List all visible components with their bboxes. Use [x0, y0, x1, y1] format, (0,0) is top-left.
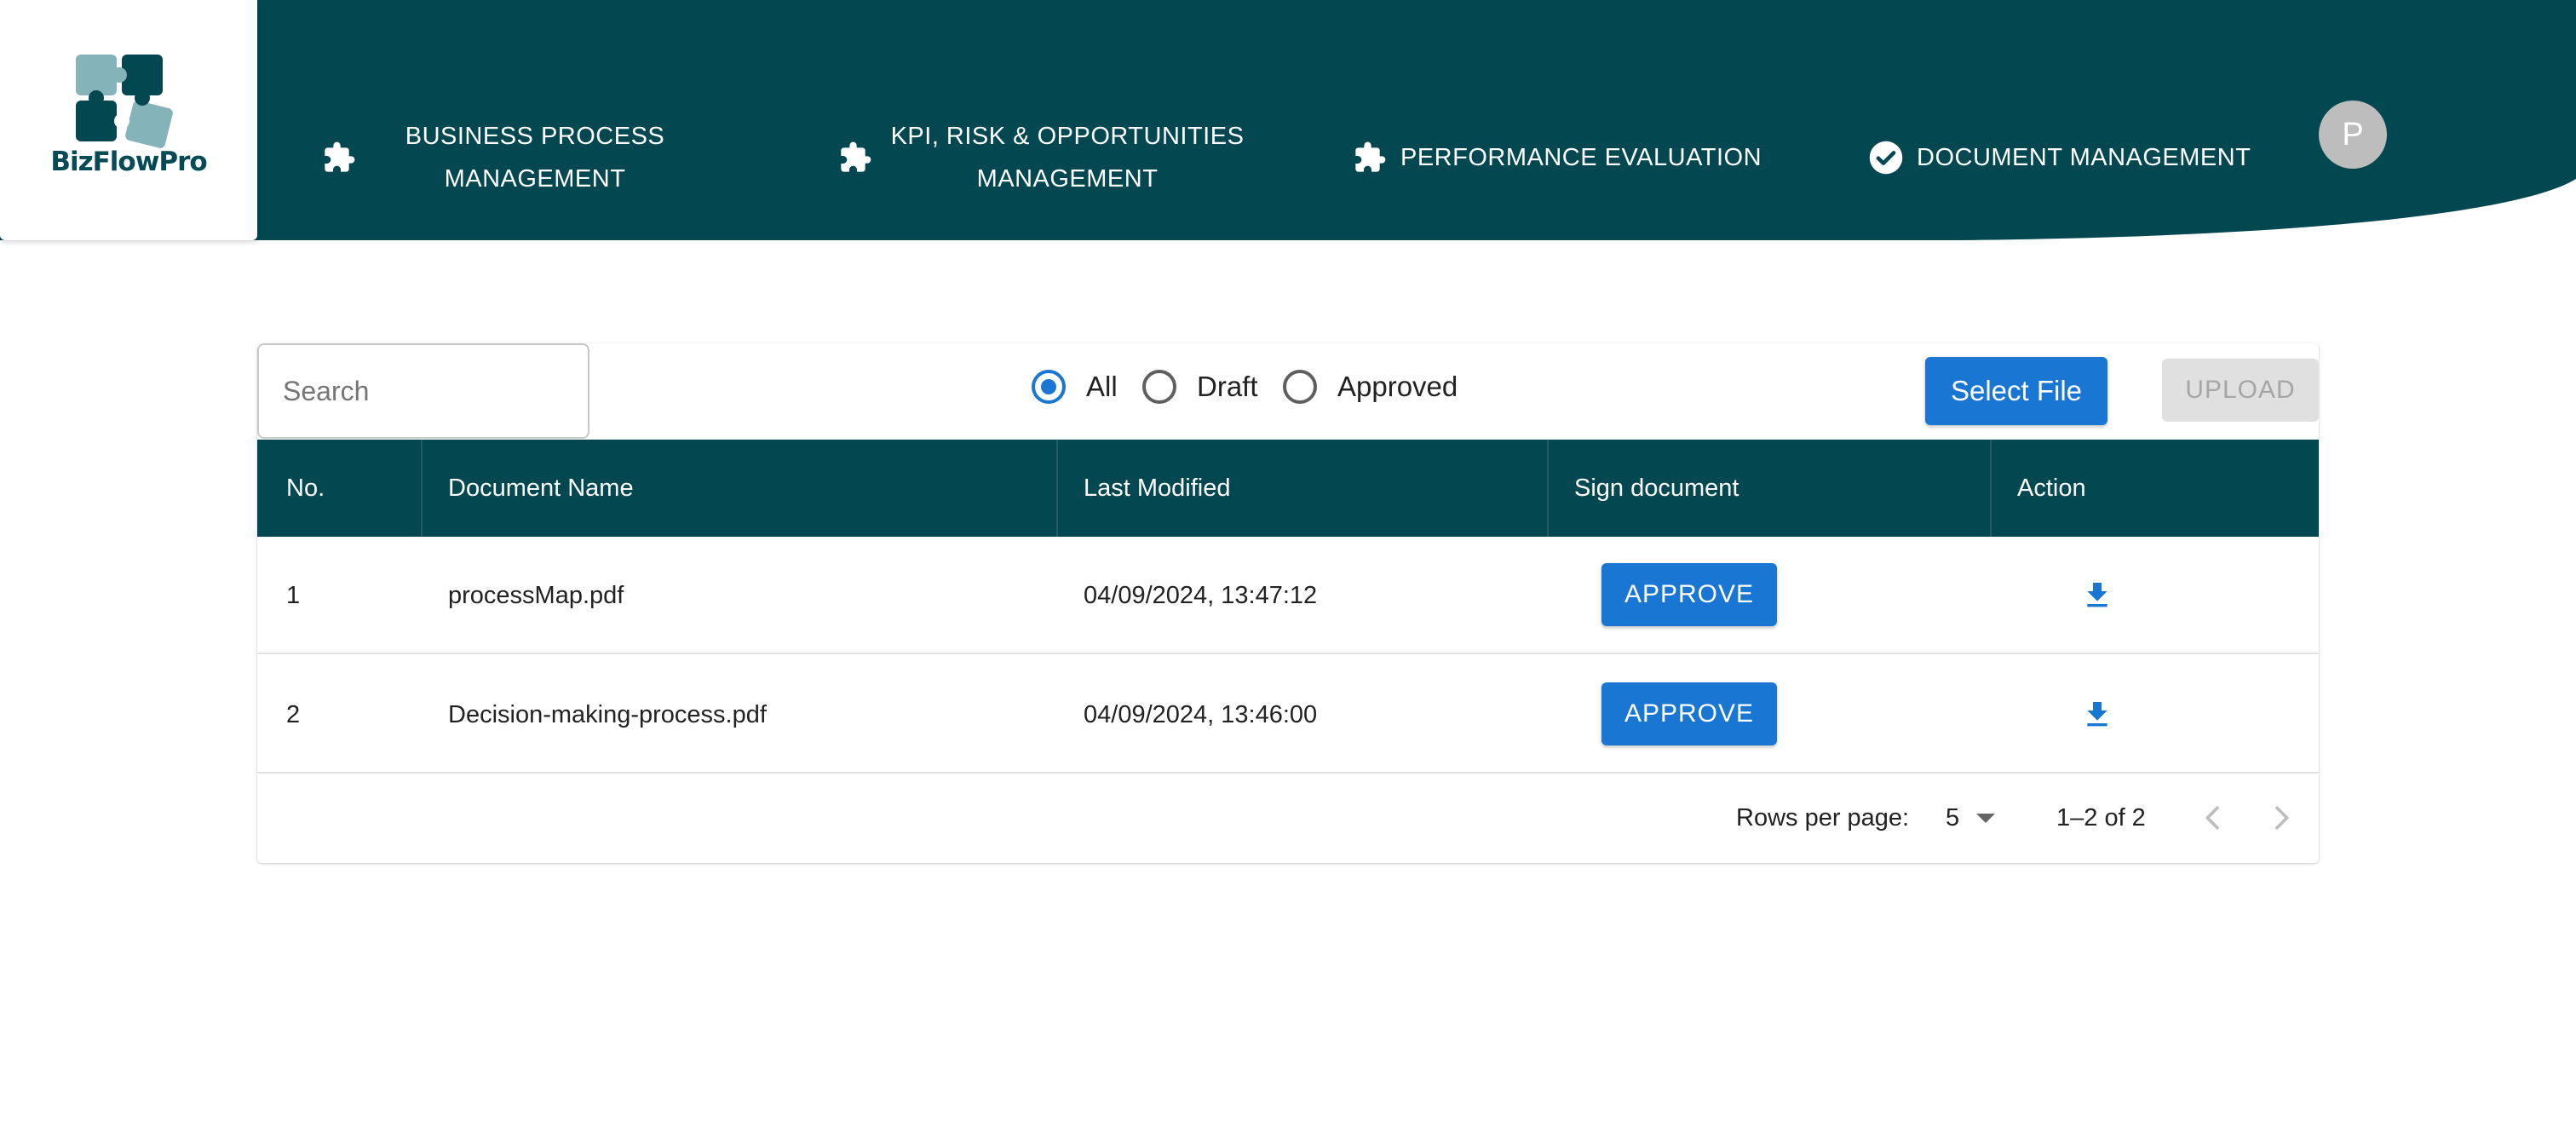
cell-last-modified: 04/09/2024, 13:47:12: [1084, 581, 1318, 609]
nav-item-document-management[interactable]: DOCUMENT MANAGEMENT: [1867, 136, 2251, 179]
select-file-button[interactable]: Select File: [1925, 357, 2107, 425]
radio-label: All: [1086, 371, 1118, 402]
nav-item-label: PERFORMANCE EVALUATION: [1400, 144, 1762, 171]
radio-unchecked-icon: [1283, 370, 1317, 404]
nav-item-kpi-risk[interactable]: KPI, RISK & OPPORTUNITIES MANAGEMENT: [837, 115, 1251, 200]
nav-item-business-process[interactable]: BUSINESS PROCESS MANAGEMENT: [320, 115, 697, 200]
filter-radio-all[interactable]: All: [1032, 370, 1118, 404]
rows-per-page-value: 5: [1946, 803, 1960, 831]
chevron-right-icon[interactable]: [2264, 801, 2298, 835]
nav-item-label: DOCUMENT MANAGEMENT: [1917, 144, 2251, 171]
column-divider: [1056, 440, 1058, 537]
cell-document-name: processMap.pdf: [448, 581, 624, 609]
upload-button[interactable]: UPLOAD: [2162, 359, 2319, 422]
chevron-left-icon[interactable]: [2196, 801, 2230, 835]
caret-down-icon: [1976, 813, 1996, 823]
nav-item-label: KPI, RISK & OPPORTUNITIES MANAGEMENT: [890, 123, 1245, 193]
avatar[interactable]: P: [2319, 101, 2387, 169]
radio-unchecked-icon: [1142, 370, 1176, 404]
nav-item-performance-evaluation[interactable]: PERFORMANCE EVALUATION: [1351, 136, 1762, 179]
table-row: 1 processMap.pdf 04/09/2024, 13:47:12 AP…: [257, 537, 2319, 654]
rows-per-page-select[interactable]: 5: [1946, 774, 1996, 862]
column-header-last-modified: Last Modified: [1084, 474, 1231, 502]
puzzle-logo-icon: [76, 55, 173, 148]
puzzle-icon: [837, 139, 874, 176]
column-divider: [1990, 440, 1992, 537]
logo[interactable]: BizFlowPro: [0, 0, 257, 240]
approve-button[interactable]: APPROVE: [1601, 682, 1777, 745]
puzzle-icon: [320, 139, 358, 176]
table-header: No. Document Name Last Modified Sign doc…: [257, 440, 2319, 537]
filter-radio-draft[interactable]: Draft: [1142, 370, 1258, 404]
column-divider: [421, 440, 423, 537]
cell-last-modified: 04/09/2024, 13:46:00: [1084, 700, 1318, 728]
column-header-document-name: Document Name: [448, 474, 634, 502]
column-header-action: Action: [2017, 474, 2086, 502]
column-header-sign-document: Sign document: [1574, 474, 1739, 502]
table-pagination: Rows per page: 5 1–2 of 2: [257, 774, 2319, 862]
approve-button[interactable]: APPROVE: [1601, 563, 1777, 626]
search-input[interactable]: [257, 343, 589, 439]
filter-radio-approved[interactable]: Approved: [1283, 370, 1458, 404]
nav-item-label: BUSINESS PROCESS MANAGEMENT: [405, 123, 665, 193]
table-row: 2 Decision-making-process.pdf 04/09/2024…: [257, 656, 2319, 774]
rows-per-page-label: Rows per page:: [1736, 803, 1910, 831]
column-divider: [1547, 440, 1549, 537]
radio-label: Approved: [1337, 371, 1458, 402]
download-icon[interactable]: [2080, 698, 2114, 732]
cell-no: 2: [286, 700, 301, 728]
cell-document-name: Decision-making-process.pdf: [448, 700, 767, 728]
radio-label: Draft: [1197, 371, 1258, 402]
check-circle-icon: [1867, 139, 1905, 176]
pagination-range: 1–2 of 2: [2056, 803, 2146, 831]
logo-text: BizFlowPro: [50, 147, 207, 177]
column-header-no: No.: [286, 474, 325, 502]
cell-no: 1: [286, 581, 301, 609]
radio-checked-icon: [1032, 370, 1066, 404]
puzzle-icon: [1351, 139, 1389, 176]
download-icon[interactable]: [2080, 578, 2114, 613]
